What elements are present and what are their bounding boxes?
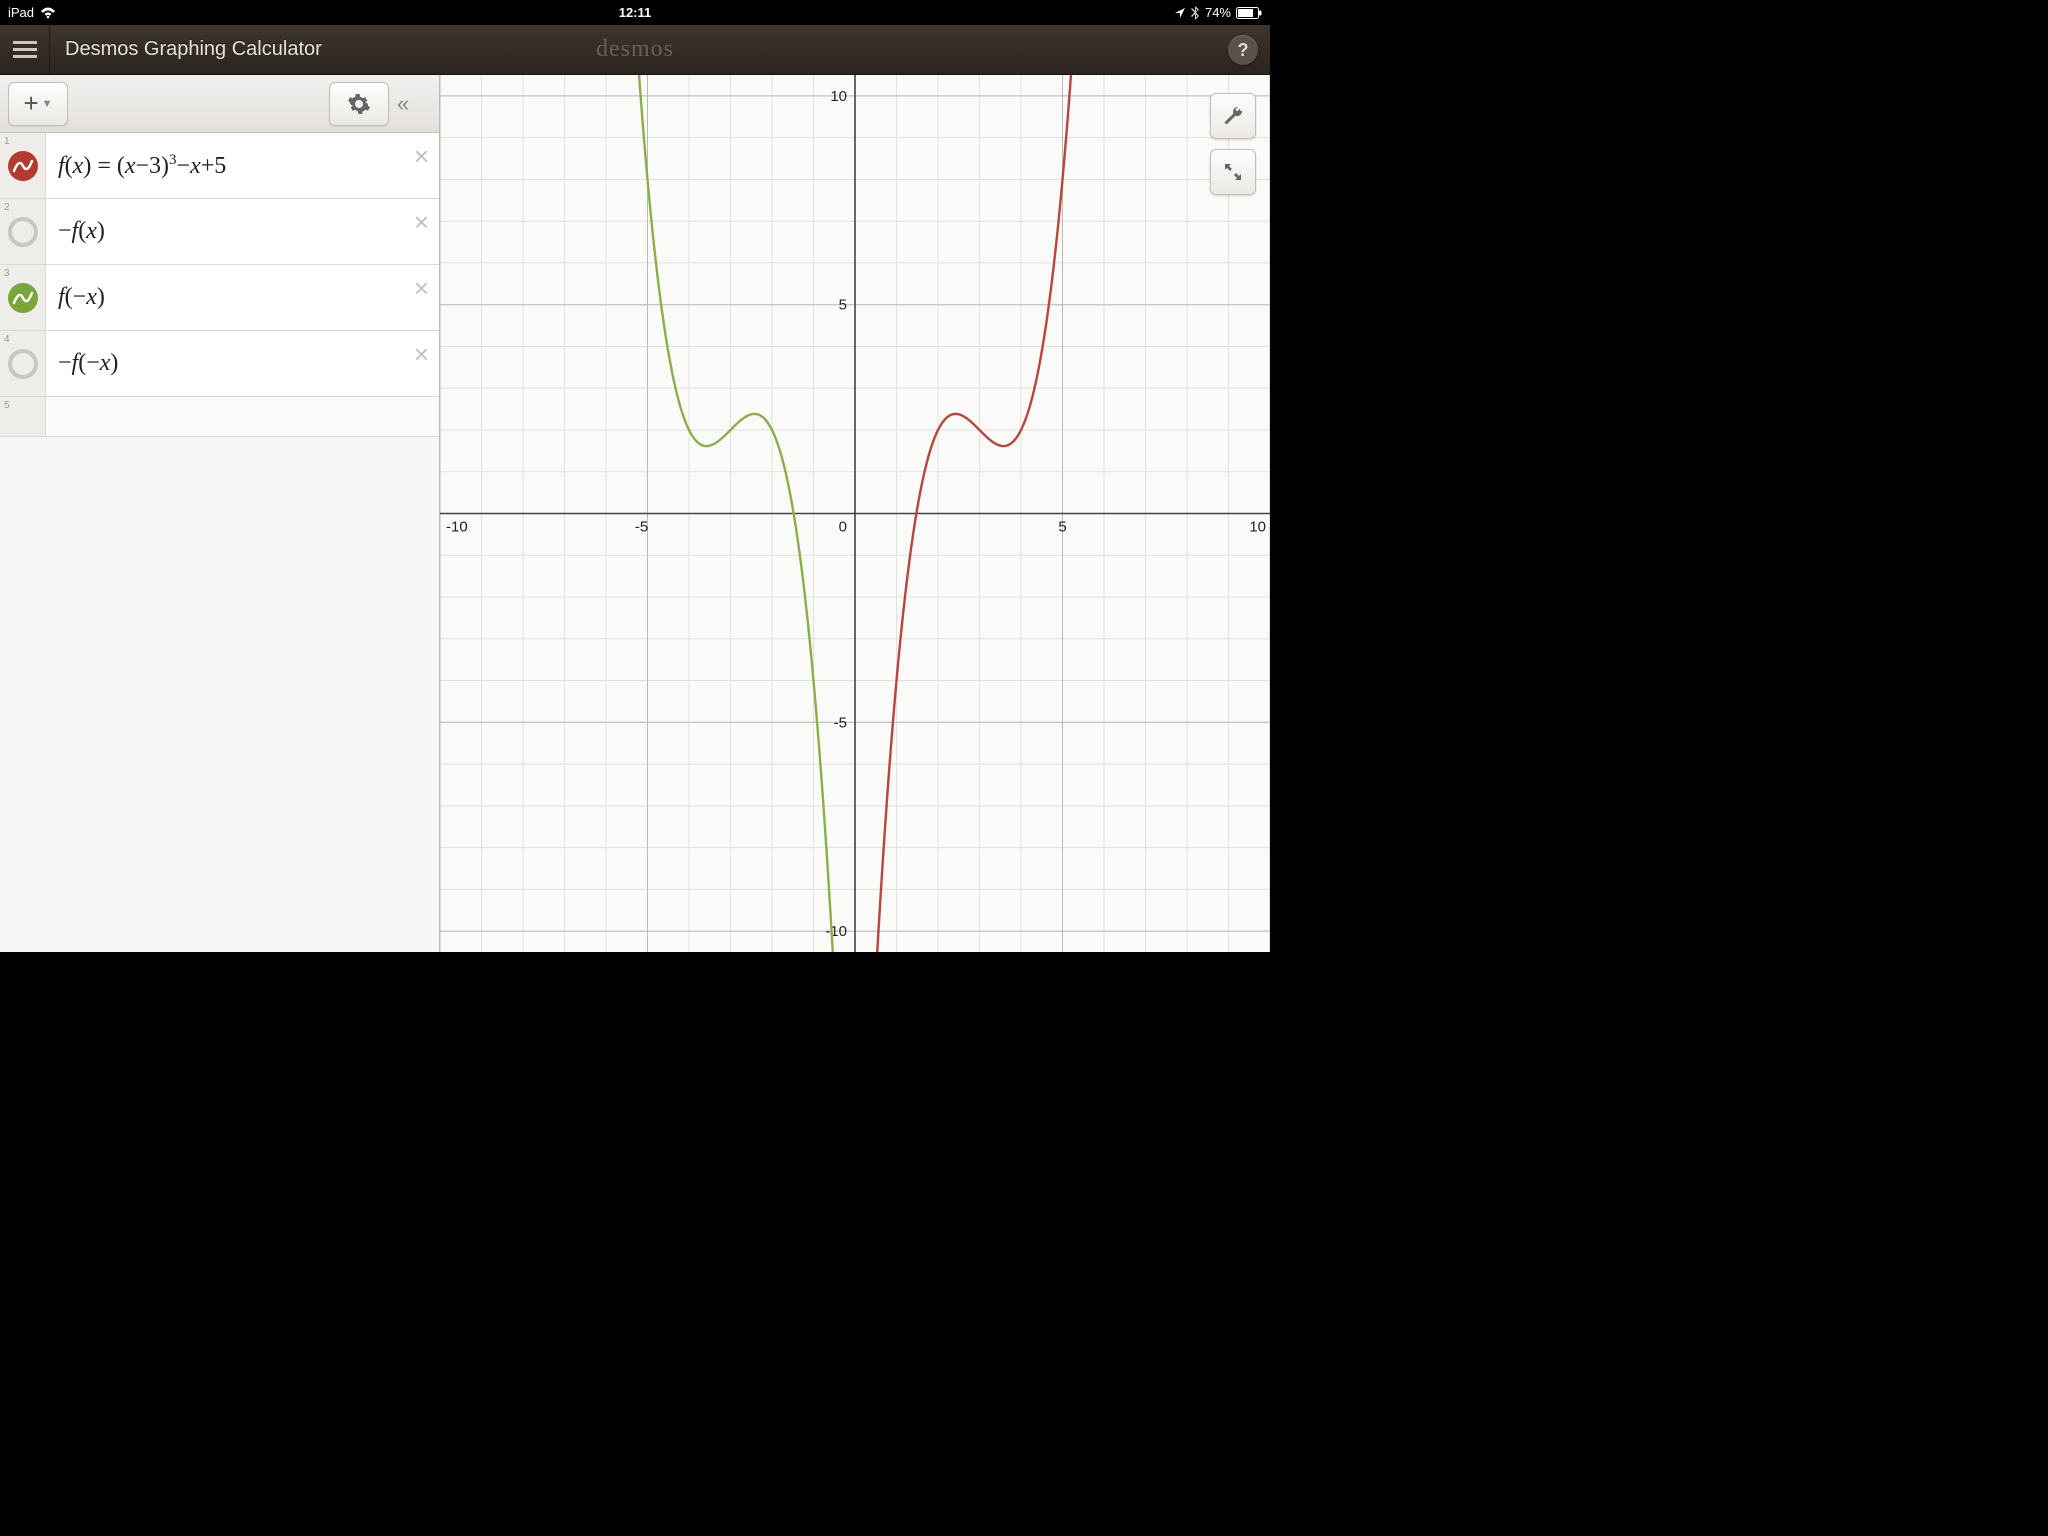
collapse-sidebar-button[interactable]: « bbox=[397, 91, 431, 117]
settings-button[interactable] bbox=[329, 82, 389, 126]
location-icon bbox=[1174, 7, 1186, 19]
expand-button[interactable] bbox=[1210, 149, 1256, 195]
expression-text[interactable]: −f(−x) bbox=[46, 336, 439, 391]
expression-row-empty[interactable]: 5 bbox=[0, 397, 439, 437]
sidebar-toolbar: +▼ « bbox=[0, 75, 439, 133]
add-expression-button[interactable]: +▼ bbox=[8, 82, 68, 126]
chevron-left-double-icon: « bbox=[397, 91, 409, 116]
delete-expression-button[interactable]: × bbox=[414, 141, 429, 172]
expression-row[interactable]: 3 f(−x) × bbox=[0, 265, 439, 331]
chevron-down-icon: ▼ bbox=[42, 98, 53, 110]
expression-row[interactable]: 4 −f(−x) × bbox=[0, 331, 439, 397]
ios-status-bar: iPad 12:11 74% bbox=[0, 0, 1270, 25]
device-label: iPad bbox=[8, 5, 34, 20]
svg-text:-5: -5 bbox=[635, 519, 648, 536]
graph-settings-button[interactable] bbox=[1210, 93, 1256, 139]
plus-icon: + bbox=[23, 88, 38, 119]
color-toggle[interactable] bbox=[8, 283, 38, 313]
expression-row[interactable]: 2 −f(x) × bbox=[0, 199, 439, 265]
expression-sidebar: +▼ « 1 bbox=[0, 75, 440, 952]
delete-expression-button[interactable]: × bbox=[414, 273, 429, 304]
app-header: Desmos Graphing Calculator desmos ? bbox=[0, 25, 1270, 75]
wrench-icon bbox=[1222, 105, 1244, 127]
color-toggle[interactable] bbox=[8, 217, 38, 247]
bluetooth-icon bbox=[1191, 6, 1200, 20]
expression-text[interactable]: f(−x) bbox=[46, 270, 439, 325]
row-index: 2 bbox=[1, 200, 13, 213]
svg-text:5: 5 bbox=[839, 297, 847, 314]
menu-button[interactable] bbox=[0, 25, 50, 75]
svg-text:-10: -10 bbox=[825, 923, 847, 940]
graph-area[interactable]: -10 -5 0 5 10 10 5 -5 -10 bbox=[440, 75, 1270, 952]
row-index: 4 bbox=[1, 332, 13, 345]
row-index: 1 bbox=[1, 134, 13, 147]
svg-text:0: 0 bbox=[839, 519, 847, 536]
row-index: 3 bbox=[1, 266, 13, 279]
gear-icon bbox=[347, 92, 371, 116]
svg-text:-10: -10 bbox=[446, 519, 468, 536]
app-title: Desmos Graphing Calculator bbox=[50, 38, 322, 61]
svg-text:10: 10 bbox=[830, 88, 847, 105]
battery-icon bbox=[1236, 7, 1262, 19]
color-toggle[interactable] bbox=[8, 349, 38, 379]
expression-text[interactable]: f(x) = (x−3)3−x+5 bbox=[46, 138, 439, 194]
help-button[interactable]: ? bbox=[1228, 35, 1258, 65]
expression-text[interactable]: −f(x) bbox=[46, 204, 439, 259]
svg-text:-5: -5 bbox=[834, 714, 847, 731]
clock: 12:11 bbox=[619, 5, 652, 20]
wifi-icon bbox=[40, 7, 56, 19]
svg-text:10: 10 bbox=[1249, 519, 1266, 536]
delete-expression-button[interactable]: × bbox=[414, 207, 429, 238]
svg-text:5: 5 bbox=[1058, 519, 1066, 536]
row-index: 5 bbox=[1, 398, 13, 411]
expand-icon bbox=[1223, 162, 1243, 182]
wave-icon bbox=[12, 155, 34, 177]
battery-percent: 74% bbox=[1205, 5, 1231, 20]
wave-icon bbox=[12, 287, 34, 309]
color-toggle[interactable] bbox=[8, 151, 38, 181]
brand-logo: desmos bbox=[596, 36, 674, 63]
delete-expression-button[interactable]: × bbox=[414, 339, 429, 370]
graph-canvas[interactable]: -10 -5 0 5 10 10 5 -5 -10 bbox=[440, 75, 1270, 952]
expression-row[interactable]: 1 f(x) = (x−3)3−x+5 × bbox=[0, 133, 439, 199]
expression-list: 1 f(x) = (x−3)3−x+5 × 2 bbox=[0, 133, 439, 952]
